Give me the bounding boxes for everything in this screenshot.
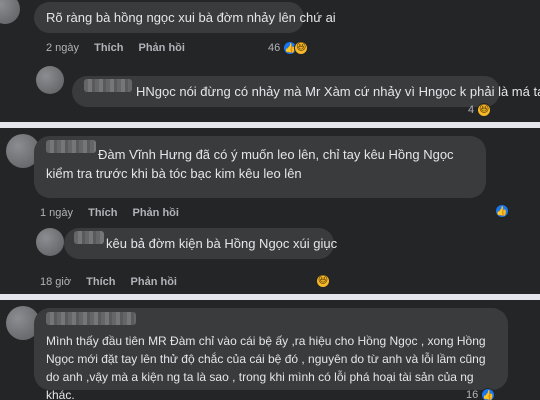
haha-icon: 😆 <box>477 103 492 117</box>
reply-button[interactable]: Phản hồi <box>133 207 179 219</box>
avatar[interactable] <box>36 66 64 94</box>
comment-actions: 1 ngày Thích Phản hồi <box>40 207 191 219</box>
comment-bubble: kêu bả đờm kiện bà Hồng Ngọc xúi giục <box>64 228 338 259</box>
reaction-summary[interactable]: 😆 <box>316 274 330 288</box>
comment-text: Đàm Vĩnh Hưng đã có ý muốn leo lên, chỉ … <box>46 147 454 181</box>
reply-button[interactable]: Phản hồi <box>131 276 177 288</box>
reaction-summary[interactable]: 46 👍 😆 <box>268 41 309 55</box>
haha-icon: 😆 <box>294 41 309 55</box>
reply-button[interactable]: Phản hồi <box>139 42 185 54</box>
avatar[interactable] <box>36 228 64 256</box>
comment-actions: 2 ngày Thích Phản hồi <box>46 42 197 54</box>
comment-actions: 18 giờ Thích Phản hồi <box>40 276 189 288</box>
comment-text: Mình thấy đầu tiên MR Đàm chỉ vào cái bệ… <box>46 334 486 400</box>
comment-time[interactable]: 18 giờ <box>40 276 71 288</box>
comment-time[interactable]: 1 ngày <box>40 207 73 219</box>
like-button[interactable]: Thích <box>94 42 123 54</box>
comment-bubble: Rõ ràng bà hồng ngọc xui bà đờm nhảy lên… <box>34 2 336 33</box>
comment-panel-1: Rõ ràng bà hồng ngọc xui bà đờm nhảy lên… <box>0 0 540 122</box>
reaction-summary[interactable]: 4 😆 <box>468 103 492 117</box>
comment-bubble: Đàm Vĩnh Hưng đã có ý muốn leo lên, chỉ … <box>34 136 486 198</box>
comment-bubble: HNgọc nói đừng có nhảy mà Mr Xàm cứ nhảy… <box>72 76 540 107</box>
like-button[interactable]: Thích <box>88 207 117 219</box>
reaction-summary[interactable]: 16 👍 <box>466 388 496 400</box>
blurred-author-name <box>74 231 104 244</box>
reaction-count: 46 <box>268 42 281 54</box>
comment-text: Rõ ràng bà hồng ngọc xui bà đờm nhảy lên… <box>46 10 336 25</box>
reaction-summary[interactable]: 👍 <box>495 204 509 218</box>
haha-icon: 😆 <box>316 274 330 288</box>
comment-panel-3: Mình thấy đầu tiên MR Đàm chỉ vào cái bệ… <box>0 300 540 400</box>
comment-time[interactable]: 2 ngày <box>46 42 79 54</box>
like-icon: 👍 <box>495 204 509 218</box>
comment-bubble: Mình thấy đầu tiên MR Đàm chỉ vào cái bệ… <box>34 308 508 400</box>
reaction-count: 16 <box>466 389 479 400</box>
comment-text: HNgọc nói đừng có nhảy mà Mr Xàm cứ nhảy… <box>136 84 540 99</box>
like-icon: 👍 <box>481 388 496 400</box>
reaction-count: 4 <box>468 104 475 116</box>
blurred-author-name <box>46 312 136 325</box>
comment-panel-2: Đàm Vĩnh Hưng đã có ý muốn leo lên, chỉ … <box>0 128 540 294</box>
like-button[interactable]: Thích <box>86 276 115 288</box>
comment-text: kêu bả đờm kiện bà Hồng Ngọc xúi giục <box>106 236 338 251</box>
blurred-author-name <box>84 79 132 92</box>
avatar[interactable] <box>0 0 20 24</box>
